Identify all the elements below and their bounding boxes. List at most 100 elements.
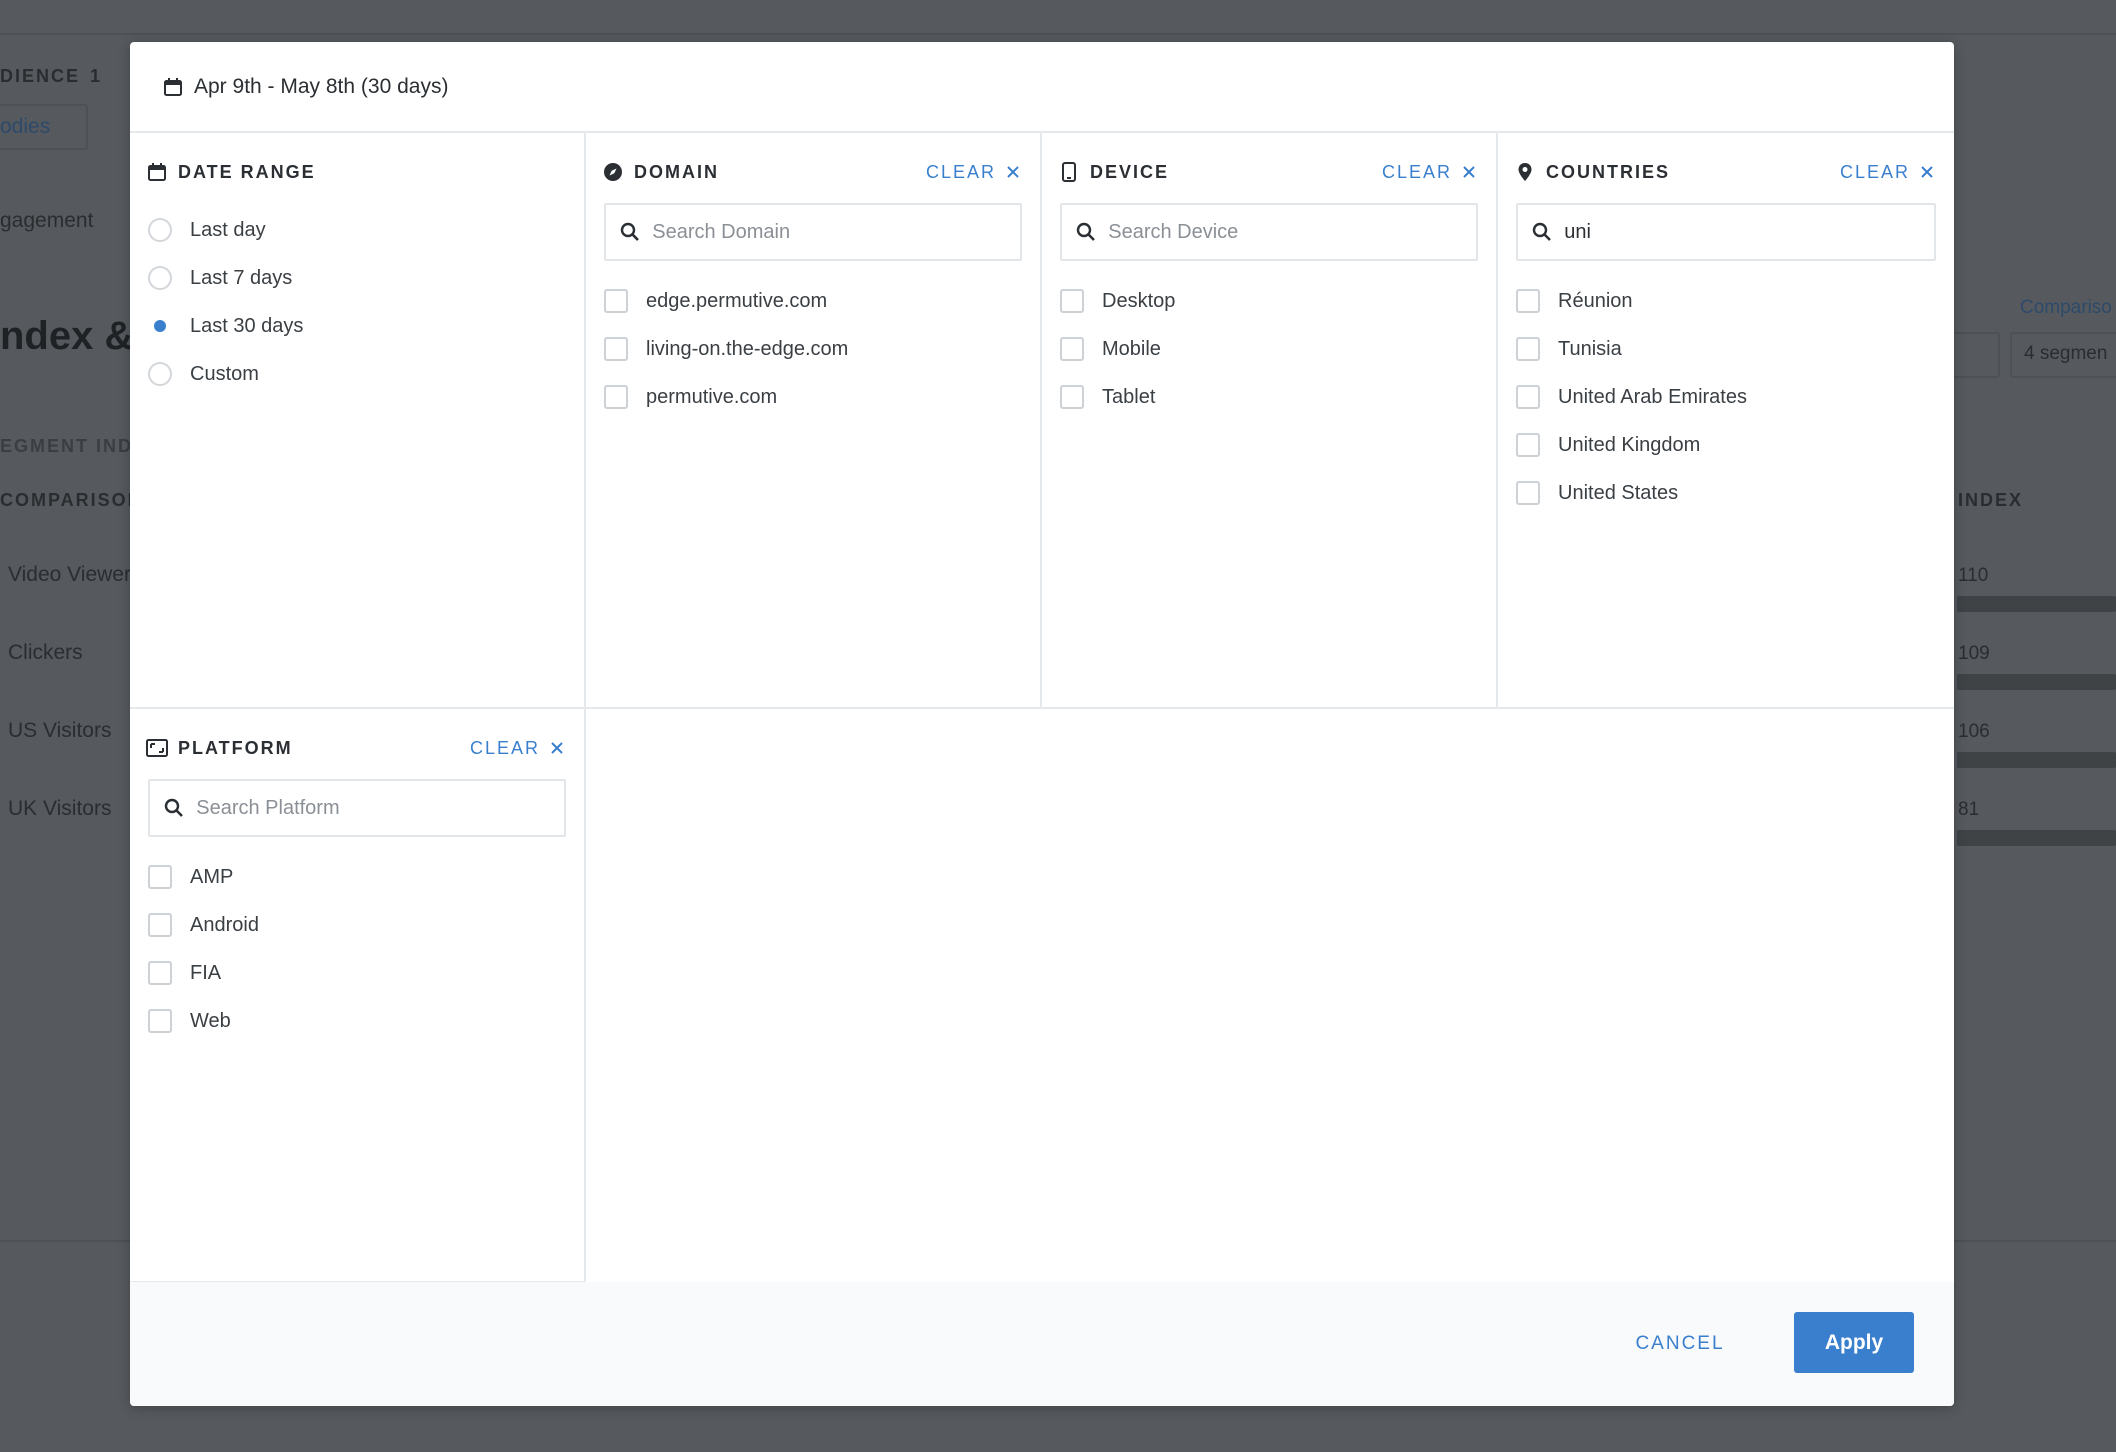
modal-title: Apr 9th - May 8th (30 days) (194, 74, 449, 98)
device-search-box (1060, 203, 1478, 261)
checkbox[interactable] (1516, 481, 1540, 505)
checkbox[interactable] (1516, 433, 1540, 457)
option-label: Last 30 days (190, 314, 304, 337)
platform-option[interactable]: Android (148, 901, 259, 949)
clear-domain-button[interactable]: CLEAR (926, 161, 1024, 183)
date-range-option-selected[interactable]: Last 30 days (148, 302, 303, 350)
countries-panel: COUNTRIES CLEAR Réunion Tunisia United A… (1498, 133, 1954, 709)
audience-label: DIENCE (0, 66, 81, 86)
option-label: Last day (190, 218, 266, 241)
device-option[interactable]: Tablet (1060, 373, 1175, 421)
engagement-tab[interactable]: gagement (0, 209, 93, 233)
domain-panel: DOMAIN CLEAR edge.permutive.com living-o… (586, 133, 1042, 709)
device-option[interactable]: Desktop (1060, 277, 1175, 325)
checkbox[interactable] (604, 289, 628, 313)
panel-title: DEVICE (1090, 161, 1170, 182)
checkbox[interactable] (148, 961, 172, 985)
cancel-button[interactable]: CANCEL (1630, 1322, 1730, 1366)
bg-row-value: 109 (1958, 643, 1990, 664)
checkbox[interactable] (1060, 385, 1084, 409)
bg-row-name: UK Visitors (8, 797, 112, 820)
device-option[interactable]: Mobile (1060, 325, 1175, 373)
search-icon (620, 221, 640, 243)
panel-header: DATE RANGE (146, 155, 568, 189)
close-icon (1916, 161, 1938, 183)
country-option[interactable]: United Kingdom (1516, 421, 1747, 469)
platform-option[interactable]: FIA (148, 949, 259, 997)
checkbox[interactable] (1060, 337, 1084, 361)
option-label: United States (1558, 481, 1679, 504)
divider (0, 33, 2116, 35)
clear-device-button[interactable]: CLEAR (1382, 161, 1480, 183)
clear-platform-button[interactable]: CLEAR (470, 737, 568, 759)
segment-index-label: EGMENT INDE (0, 436, 148, 456)
checkbox[interactable] (604, 385, 628, 409)
option-label: Mobile (1102, 337, 1161, 360)
index-column-header: INDEX (1958, 490, 2024, 510)
checkbox[interactable] (148, 865, 172, 889)
radio-button-selected[interactable] (148, 314, 172, 338)
option-label: AMP (190, 865, 234, 888)
option-label: Android (190, 913, 259, 936)
domain-options: edge.permutive.com living-on.the-edge.co… (604, 277, 848, 421)
country-option[interactable]: United Arab Emirates (1516, 373, 1747, 421)
radio-button[interactable] (148, 266, 172, 290)
option-label: Custom (190, 362, 259, 385)
checkbox[interactable] (1060, 289, 1084, 313)
domain-option[interactable]: living-on.the-edge.com (604, 325, 848, 373)
comparison-link[interactable]: Compariso (2020, 297, 2112, 319)
option-label: United Arab Emirates (1558, 385, 1747, 408)
domain-option[interactable]: edge.permutive.com (604, 277, 848, 325)
country-option[interactable]: United States (1516, 469, 1747, 517)
segments-select[interactable]: 4 segmen (2024, 343, 2107, 365)
option-label: living-on.the-edge.com (646, 337, 849, 360)
close-icon (1002, 161, 1024, 183)
device-panel: DEVICE CLEAR Desktop Mobile Tablet (1042, 133, 1498, 709)
panel-header: DEVICE CLEAR (1058, 155, 1480, 189)
checkbox[interactable] (148, 1009, 172, 1033)
checkbox[interactable] (1516, 289, 1540, 313)
countries-options: Réunion Tunisia United Arab Emirates Uni… (1516, 277, 1747, 517)
comparison-column-header: COMPARISON (0, 490, 143, 510)
platform-option[interactable]: AMP (148, 853, 259, 901)
phone-icon (1058, 161, 1080, 183)
platform-options: AMP Android FIA Web (148, 853, 259, 1045)
bg-row-bar (1957, 830, 2116, 846)
date-range-option[interactable]: Custom (148, 350, 303, 398)
checkbox[interactable] (148, 913, 172, 937)
calendar-icon (162, 76, 184, 98)
panel-title: PLATFORM (178, 737, 293, 758)
clear-countries-button[interactable]: CLEAR (1840, 161, 1938, 183)
platform-search-input[interactable] (196, 796, 564, 820)
countries-search-box (1516, 203, 1936, 261)
countries-search-input[interactable] (1564, 220, 1934, 244)
bg-row-bar (1957, 596, 2116, 612)
country-option[interactable]: Réunion (1516, 277, 1747, 325)
search-icon (164, 797, 184, 819)
device-options: Desktop Mobile Tablet (1060, 277, 1175, 421)
checkbox[interactable] (604, 337, 628, 361)
device-search-input[interactable] (1108, 220, 1476, 244)
date-range-option[interactable]: Last day (148, 206, 303, 254)
panel-title: DATE RANGE (178, 161, 316, 182)
platform-option[interactable]: Web (148, 997, 259, 1045)
map-pin-icon (1514, 161, 1536, 183)
radio-button[interactable] (148, 218, 172, 242)
platform-panel: PLATFORM CLEAR AMP Android FIA Web (130, 709, 586, 1283)
option-label: United Kingdom (1558, 433, 1701, 456)
search-icon (1076, 221, 1096, 243)
option-label: Réunion (1558, 289, 1633, 312)
bg-row-name: US Visitors (8, 719, 112, 742)
radio-button[interactable] (148, 362, 172, 386)
panel-title: COUNTRIES (1546, 161, 1671, 182)
date-range-option[interactable]: Last 7 days (148, 254, 303, 302)
checkbox[interactable] (1516, 385, 1540, 409)
checkbox[interactable] (1516, 337, 1540, 361)
domain-option[interactable]: permutive.com (604, 373, 848, 421)
apply-button[interactable]: Apply (1794, 1312, 1914, 1373)
domain-search-input[interactable] (652, 220, 1020, 244)
country-option[interactable]: Tunisia (1516, 325, 1747, 373)
option-label: Tunisia (1558, 337, 1622, 360)
modal-header: Apr 9th - May 8th (30 days) (130, 42, 1954, 133)
option-label: Desktop (1102, 289, 1176, 312)
